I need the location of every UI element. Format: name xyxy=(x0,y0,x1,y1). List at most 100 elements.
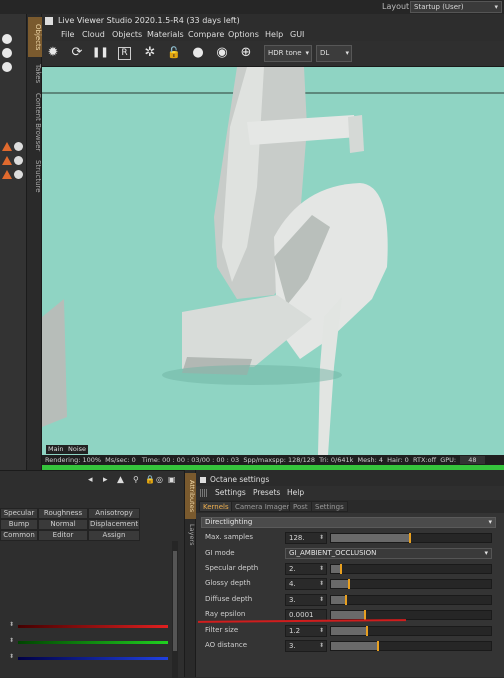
tab-post[interactable]: Post xyxy=(289,501,312,512)
tab-content-browser[interactable]: Content Browser xyxy=(28,92,42,152)
region-icon[interactable]: R xyxy=(118,47,131,60)
arrow-left-icon[interactable]: ◂ xyxy=(88,475,93,485)
stepper-icon[interactable]: ⬍ xyxy=(9,653,14,660)
mat-specular-button[interactable]: Specular xyxy=(0,508,38,519)
glossy-depth-field[interactable]: 4. ⬍ xyxy=(285,578,327,590)
slider-handle[interactable] xyxy=(345,595,347,605)
material-pick-icon[interactable]: ⊕ xyxy=(238,45,254,61)
menu-objects[interactable]: Objects xyxy=(112,30,142,39)
ao-distance-slider[interactable] xyxy=(330,641,492,651)
slider-handle[interactable] xyxy=(365,626,368,636)
sparkle-icon[interactable]: ✹ xyxy=(45,45,61,61)
stepper-icon[interactable]: ⬍ xyxy=(319,533,324,543)
specular-depth-slider[interactable] xyxy=(330,564,492,574)
tab-takes[interactable]: Takes xyxy=(28,60,42,88)
light-object-icon[interactable] xyxy=(2,34,12,44)
light-object-icon[interactable] xyxy=(2,62,12,72)
stepper-icon[interactable]: ⬍ xyxy=(319,579,324,589)
light-object-icon[interactable] xyxy=(2,48,12,58)
ao-distance-field[interactable]: 3. ⬍ xyxy=(285,640,327,652)
stepper-icon[interactable]: ⬍ xyxy=(319,626,324,636)
tab-kernels[interactable]: Kernels xyxy=(199,501,233,512)
stepper-icon[interactable]: ⬍ xyxy=(319,641,324,651)
mat-assign-button[interactable]: Assign xyxy=(88,530,140,541)
max-samples-field[interactable]: 128. ⬍ xyxy=(285,532,327,544)
slider-handle[interactable] xyxy=(377,641,379,651)
menu-options[interactable]: Options xyxy=(228,30,259,39)
stepper-icon[interactable]: ⬍ xyxy=(319,595,324,605)
material-tag-icon[interactable] xyxy=(14,156,23,165)
stepper-icon[interactable]: ⬍ xyxy=(9,621,14,628)
tab-objects[interactable]: Objects xyxy=(28,17,42,57)
object-tag-icons[interactable] xyxy=(2,142,24,184)
tag-triangle-icon[interactable] xyxy=(2,142,12,151)
tab-layers[interactable]: Layers xyxy=(185,522,196,548)
color-red-slider[interactable]: ⬍ xyxy=(0,621,168,628)
menu-help[interactable]: Help xyxy=(287,488,304,497)
slider-handle[interactable] xyxy=(340,564,343,574)
pointer-icon[interactable]: ▲ xyxy=(117,475,124,485)
viewport-tab-main[interactable]: Main xyxy=(46,445,66,454)
pause-icon[interactable]: ❚❚ xyxy=(92,45,109,61)
mat-normal-button[interactable]: Normal xyxy=(38,519,88,530)
menu-gui[interactable]: GUI xyxy=(290,30,304,39)
tab-settings[interactable]: Settings xyxy=(311,501,348,512)
menu-materials[interactable]: Materials xyxy=(147,30,184,39)
max-samples-slider[interactable] xyxy=(330,533,492,543)
color-blue-slider[interactable]: ⬍ xyxy=(0,653,168,660)
window-icon xyxy=(45,17,53,25)
mat-displacement-button[interactable]: Displacement xyxy=(88,519,140,530)
focus-pick-icon[interactable]: ◉ xyxy=(214,45,230,61)
specular-depth-field[interactable]: 2. ⬍ xyxy=(285,563,327,575)
tag-triangle-icon[interactable] xyxy=(2,156,12,165)
tonemap-select[interactable]: HDR tone ▾ xyxy=(264,45,312,62)
material-tag-icon[interactable] xyxy=(14,170,23,179)
gi-mode-select[interactable]: GI_AMBIENT_OCCLUSION ▾ xyxy=(285,548,492,559)
mat-roughness-button[interactable]: Roughness xyxy=(38,508,88,519)
ray-epsilon-slider[interactable] xyxy=(330,610,492,620)
menu-file[interactable]: File xyxy=(61,30,74,39)
search-icon[interactable]: ⚲ xyxy=(133,475,139,484)
kernel-quick-select[interactable]: DL ▾ xyxy=(316,45,352,62)
material-tag-icon[interactable] xyxy=(14,142,23,151)
viewport-tab-noise[interactable]: Noise xyxy=(66,445,89,454)
slider-handle[interactable] xyxy=(409,533,411,543)
menu-settings[interactable]: Settings xyxy=(215,488,246,497)
kernel-select[interactable]: Directlighting ▾ xyxy=(201,517,496,528)
filter-size-slider[interactable] xyxy=(330,626,492,636)
color-green-slider[interactable]: ⬍ xyxy=(0,637,168,644)
glossy-depth-slider[interactable] xyxy=(330,579,492,589)
tab-attributes[interactable]: Attributes xyxy=(185,473,196,519)
mat-common-button[interactable]: Common xyxy=(0,530,38,541)
menu-cloud[interactable]: Cloud xyxy=(82,30,105,39)
diffuse-depth-field[interactable]: 3. ⬍ xyxy=(285,594,327,606)
menu-compare[interactable]: Compare xyxy=(188,30,224,39)
mat-anisotropy-button[interactable]: Anisotropy xyxy=(88,508,140,519)
scrollbar[interactable] xyxy=(172,541,178,678)
filter-size-field[interactable]: 1.2 ⬍ xyxy=(285,625,327,637)
ray-epsilon-label: Ray epsilon xyxy=(205,610,246,618)
window-icon[interactable]: ▣ xyxy=(168,475,176,484)
lock-icon[interactable]: 🔒 xyxy=(145,475,155,484)
tab-structure[interactable]: Structure xyxy=(28,156,42,196)
object-row-icons[interactable] xyxy=(2,34,24,74)
object-manager xyxy=(0,14,26,470)
tag-triangle-icon[interactable] xyxy=(2,170,12,179)
tab-camera-imager[interactable]: Camera Imager xyxy=(231,501,294,512)
sphere-icon[interactable]: ● xyxy=(190,45,206,61)
slider-handle[interactable] xyxy=(348,579,351,589)
refresh-icon[interactable]: ⟳ xyxy=(69,45,85,61)
menu-presets[interactable]: Presets xyxy=(253,488,280,497)
stepper-icon[interactable]: ⬍ xyxy=(9,637,14,644)
gear-icon[interactable]: ✲ xyxy=(142,45,158,61)
menu-help[interactable]: Help xyxy=(265,30,283,39)
stepper-icon[interactable]: ⬍ xyxy=(319,564,324,574)
arrow-right-icon[interactable]: ▸ xyxy=(103,475,108,485)
mat-editor-button[interactable]: Editor xyxy=(38,530,88,541)
lock-icon[interactable]: 🔓 xyxy=(166,45,182,61)
layout-select[interactable]: Startup (User) ▾ xyxy=(410,1,502,13)
render-viewport[interactable]: Main Noise xyxy=(42,67,504,455)
diffuse-depth-slider[interactable] xyxy=(330,595,492,605)
mat-bump-button[interactable]: Bump xyxy=(0,519,38,530)
target-icon[interactable]: ◎ xyxy=(156,475,163,484)
